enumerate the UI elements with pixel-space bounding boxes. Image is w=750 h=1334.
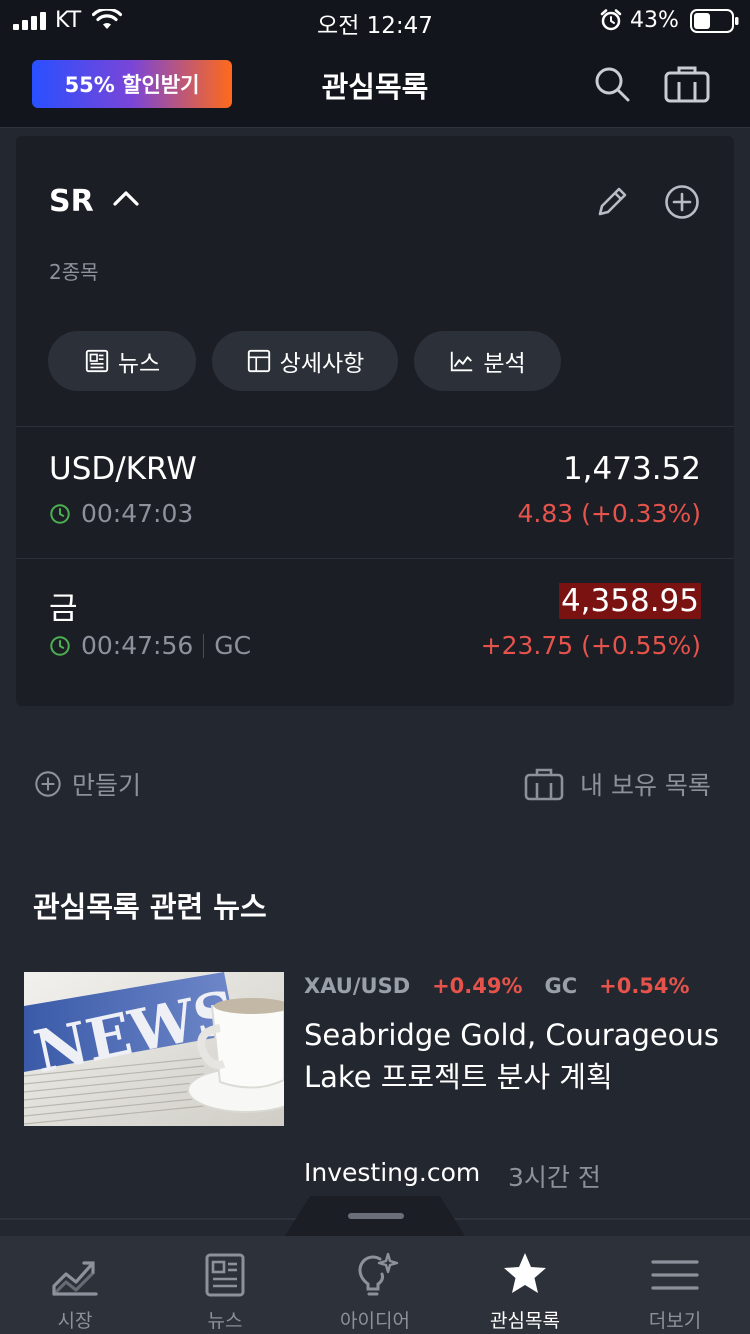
watchlist-card: SR 2종목 뉴스 상세사항 분석 USD/KRW 00:47:03 1,473… [16,136,734,706]
news-thumbnail[interactable]: NEWS [24,972,284,1126]
add-symbol-icon[interactable] [664,184,700,220]
separator [203,633,205,658]
status-bar: KT 오전 12:47 43% [0,0,750,40]
battery-percent: 43% [630,8,679,33]
newspaper-icon [205,1253,245,1297]
briefcase-icon [524,768,564,801]
chevron-up-icon[interactable] [112,188,140,208]
ticker-symbol: XAU/USD [304,974,411,998]
symbol-time: 00:47:03 [81,499,194,528]
ticker-change: +0.54% [599,974,690,998]
drawer-handle[interactable] [348,1213,404,1219]
tab-ideas[interactable]: 아이디어 [300,1236,450,1334]
clock-icon [50,635,70,656]
symbol-exchange: GC [214,631,252,660]
tab-label: 더보기 [648,1310,702,1332]
alarm-icon [600,9,622,31]
news-age: 3시간 전 [508,1163,601,1192]
news-headline[interactable]: Seabridge Gold, Courageous Lake 프로젝트 분사 … [304,1014,724,1098]
symbol-time-line: 00:47:56 GC [49,631,251,660]
tab-label: 뉴스 [207,1310,243,1332]
tab-label: 시장 [57,1310,93,1332]
add-circle-icon [35,771,61,797]
newspaper-icon [85,349,108,373]
line-chart-icon [451,351,473,372]
watchlist-row[interactable]: USD/KRW 00:47:03 1,473.52 4.83 (+0.33%) [16,427,734,558]
symbol-name: USD/KRW [49,451,197,487]
tab-watchlist[interactable]: 관심목록 [450,1236,600,1334]
news-chip-label: 뉴스 [117,351,161,377]
clock-icon [50,503,70,524]
tab-more[interactable]: 더보기 [600,1236,750,1334]
my-holdings-button[interactable]: 내 보유 목록 [524,766,711,802]
watchlist-count: 2종목 [49,260,99,284]
tab-label: 아이디어 [340,1310,410,1332]
ticker-item[interactable]: XAU/USD +0.49% [304,974,527,998]
news-section-title: 관심목록 관련 뉴스 [33,890,267,924]
ticker-symbol: GC [544,974,578,998]
create-watchlist-button[interactable]: 만들기 [34,766,141,802]
create-label: 만들기 [72,771,142,800]
battery-icon [690,9,739,33]
symbol-name: 금 [49,591,78,627]
menu-icon [651,1260,699,1290]
symbol-change: 4.83 (+0.33%) [517,499,701,528]
ticker-change: +0.49% [432,974,523,998]
market-chart-icon [52,1261,98,1296]
news-source: Investing.com [304,1158,481,1187]
news-chip-button[interactable]: 뉴스 [48,331,196,391]
search-icon[interactable] [592,64,632,104]
ticker-item[interactable]: GC +0.54% [545,974,694,998]
tab-label: 관심목록 [490,1310,560,1332]
news-tickers: XAU/USD +0.49% GC +0.54% [304,974,694,998]
symbol-price: 1,473.52 [562,451,701,487]
symbol-time: 00:47:56 [81,631,194,660]
symbol-price: 4,358.95 [558,583,701,619]
tab-market[interactable]: 시장 [0,1236,150,1334]
details-chip-button[interactable]: 상세사항 [212,331,398,391]
briefcase-icon[interactable] [664,64,710,104]
symbol-time-line: 00:47:03 [49,499,193,528]
watchlist-name[interactable]: SR [49,184,94,219]
newspaper-coffee-image: NEWS [24,972,284,1126]
bottom-tab-bar: 시장 뉴스 아이디어 관심목록 더보기 [0,1236,750,1334]
analysis-chip-label: 분석 [483,351,526,377]
star-icon [504,1253,546,1293]
tab-news[interactable]: 뉴스 [150,1236,300,1334]
table-icon [247,349,270,373]
pencil-icon[interactable] [594,184,630,220]
symbol-change: +23.75 (+0.55%) [480,631,701,660]
details-chip-label: 상세사항 [279,351,365,377]
page-title: 관심목록 [321,70,429,104]
app-header: 55% 할인받기 관심목록 [0,40,750,128]
holdings-label: 내 보유 목록 [580,771,711,800]
watchlist-row[interactable]: 금 00:47:56 GC 4,358.95 +23.75 (+0.55%) [16,559,734,706]
analysis-chip-button[interactable]: 분석 [414,331,561,391]
lightbulb-icon [358,1252,399,1296]
